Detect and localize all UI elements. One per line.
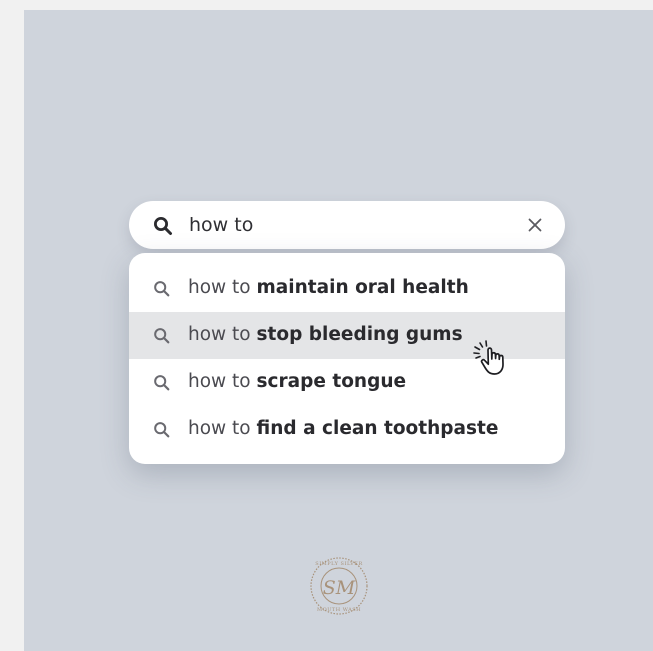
suggestion-item[interactable]: how to maintain oral health <box>129 265 565 312</box>
suggestion-completion: find a clean toothpaste <box>256 418 499 439</box>
suggestion-prefix: how to <box>188 277 251 298</box>
svg-text:SM: SM <box>323 577 356 599</box>
search-icon <box>153 327 171 349</box>
suggestion-prefix: how to <box>188 371 251 392</box>
suggestion-prefix: how to <box>188 418 251 439</box>
pointer-hand-icon <box>471 338 515 382</box>
search-icon <box>153 216 173 240</box>
suggestion-text: how to maintain oral health <box>188 276 469 300</box>
background-panel: how to how to maintain oral health how to… <box>24 10 653 651</box>
search-input[interactable]: how to <box>189 213 253 237</box>
suggestion-completion: stop bleeding gums <box>256 324 463 345</box>
svg-text:MOUTH WASH: MOUTH WASH <box>317 607 361 613</box>
search-icon <box>153 280 171 302</box>
suggestion-item[interactable]: how to find a clean toothpaste <box>129 406 565 453</box>
suggestion-prefix: how to <box>188 324 251 345</box>
suggestion-text: how to find a clean toothpaste <box>188 417 498 441</box>
search-bar[interactable]: how to <box>129 201 565 249</box>
suggestion-completion: maintain oral health <box>256 277 469 298</box>
suggestion-completion: scrape tongue <box>256 371 407 392</box>
search-icon <box>153 374 171 396</box>
clear-search-button[interactable] <box>523 213 547 237</box>
suggestion-text: how to scrape tongue <box>188 370 406 394</box>
svg-text:SIMPLY SILVER: SIMPLY SILVER <box>315 561 362 567</box>
search-icon <box>153 421 171 443</box>
simply-silver-seal-logo: SM SIMPLY SILVER MOUTH WASH <box>309 556 369 620</box>
close-icon <box>528 218 542 232</box>
suggestion-text: how to stop bleeding gums <box>188 323 463 347</box>
